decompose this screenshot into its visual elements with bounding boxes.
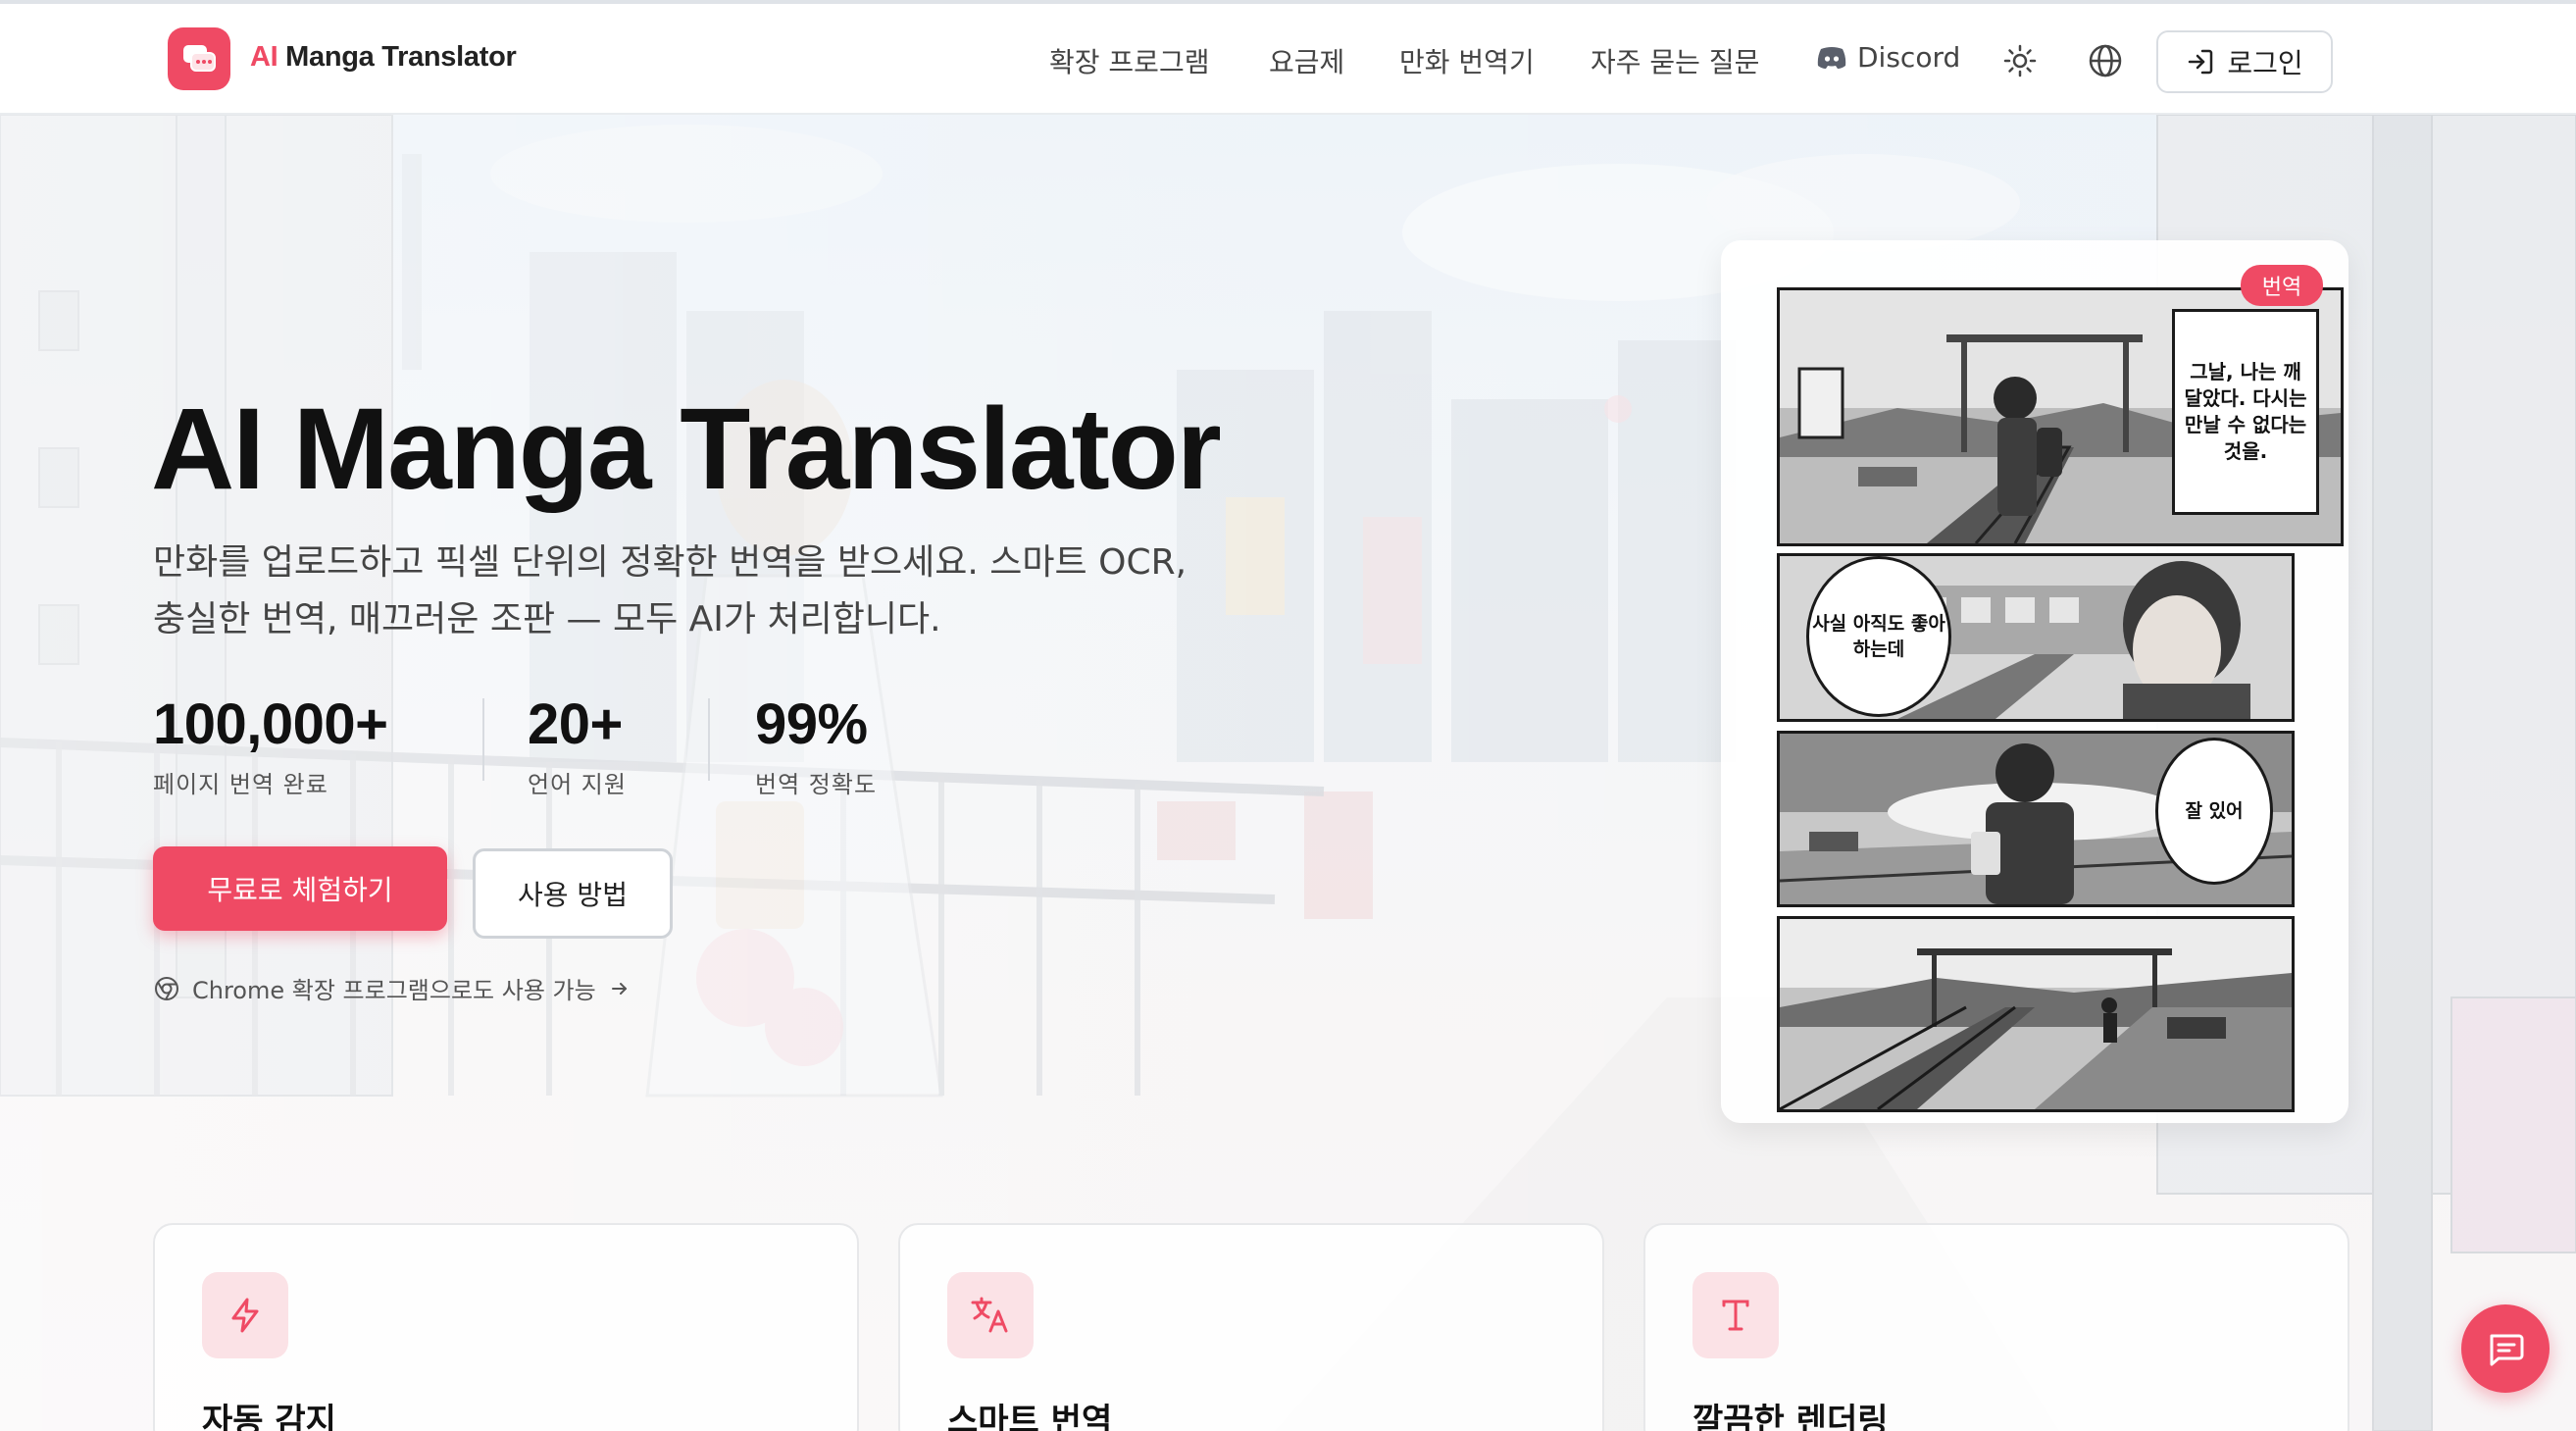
hero-subtitle: 만화를 업로드하고 픽셀 단위의 정확한 번역을 받으세요. 스마트 OCR, … xyxy=(153,542,1187,639)
nav-discord[interactable]: Discord xyxy=(1816,41,1960,74)
feature-title: 자동 감지 xyxy=(202,1402,336,1431)
stat-pages-value: 100,000+ xyxy=(153,692,388,756)
chat-bubble-icon xyxy=(2490,1334,2524,1366)
stat-divider xyxy=(482,698,484,781)
how-to-use-button[interactable]: 사용 방법 xyxy=(473,848,673,939)
panel-3-speech-bubble: 잘 있어 xyxy=(2155,738,2273,885)
stat-pages: 100,000+ 페이지 번역 완료 xyxy=(153,691,388,799)
feature-card-clean-rendering: 깔끔한 렌더링 xyxy=(1643,1223,2349,1431)
nav-pricing[interactable]: 요금제 xyxy=(1269,41,1344,80)
manga-panel-4 xyxy=(1777,916,2295,1112)
feature-title: 스마트 번역 xyxy=(947,1402,1113,1431)
login-button[interactable]: 로그인 xyxy=(2156,30,2333,93)
login-label: 로그인 xyxy=(2227,47,2303,79)
chat-support-button[interactable] xyxy=(2461,1304,2550,1393)
hero-title: AI Manga Translator xyxy=(151,384,1222,514)
brand-ai-text: AI xyxy=(250,41,278,73)
nav-faq[interactable]: 자주 묻는 질문 xyxy=(1591,41,1759,80)
stat-pages-label: 페이지 번역 완료 xyxy=(153,771,328,798)
chrome-extension-link[interactable]: Chrome 확장 프로그램으로도 사용 가능 xyxy=(153,971,631,1005)
chrome-icon xyxy=(155,976,178,1000)
discord-icon xyxy=(1817,46,1846,69)
top-nav-bar: AI Manga Translator 확장 프로그램 요금제 만화 번역기 자… xyxy=(0,4,2576,115)
stat-accuracy-value: 99% xyxy=(755,692,868,756)
stat-divider xyxy=(708,698,710,781)
arrow-right-icon xyxy=(611,982,627,995)
lightning-icon xyxy=(202,1272,288,1358)
nav-extension[interactable]: 확장 프로그램 xyxy=(1049,41,1209,80)
feature-card-smart-translation: 스마트 번역 xyxy=(898,1223,1604,1431)
manga-panel-4-art xyxy=(1780,919,2292,1109)
feature-card-auto-detect: 자동 감지 xyxy=(153,1223,859,1431)
brand-name[interactable]: AI Manga Translator xyxy=(250,41,517,74)
translate-icon xyxy=(947,1272,1034,1358)
try-free-button[interactable]: 무료로 체험하기 xyxy=(153,846,447,931)
feature-title: 깔끔한 렌더링 xyxy=(1692,1402,1889,1431)
chrome-note-text: Chrome 확장 프로그램으로도 사용 가능 xyxy=(192,977,596,1004)
panel-2-speech-bubble: 사실 아직도 좋아하는데 xyxy=(1806,556,1951,717)
nav-manga-translator[interactable]: 만화 번역기 xyxy=(1399,41,1535,80)
stat-languages-value: 20+ xyxy=(528,692,623,756)
nav-discord-label: Discord xyxy=(1857,41,1961,74)
sun-icon[interactable] xyxy=(2002,43,2038,78)
globe-icon[interactable] xyxy=(2088,43,2123,78)
stat-accuracy-label: 번역 정확도 xyxy=(755,771,878,798)
brand-rest-text: Manga Translator xyxy=(278,41,517,73)
chat-logo-icon[interactable] xyxy=(168,27,230,90)
stat-languages: 20+ 언어 지원 xyxy=(528,691,627,799)
stat-accuracy: 99% 번역 정확도 xyxy=(755,691,877,799)
translated-badge: 번역 xyxy=(2241,265,2323,306)
login-icon xyxy=(2189,49,2213,75)
stat-languages-label: 언어 지원 xyxy=(528,771,627,798)
panel-1-caption: 그날, 나는 깨달았다. 다시는 만날 수 없다는 것을. xyxy=(2172,309,2319,515)
text-T-icon xyxy=(1692,1272,1779,1358)
